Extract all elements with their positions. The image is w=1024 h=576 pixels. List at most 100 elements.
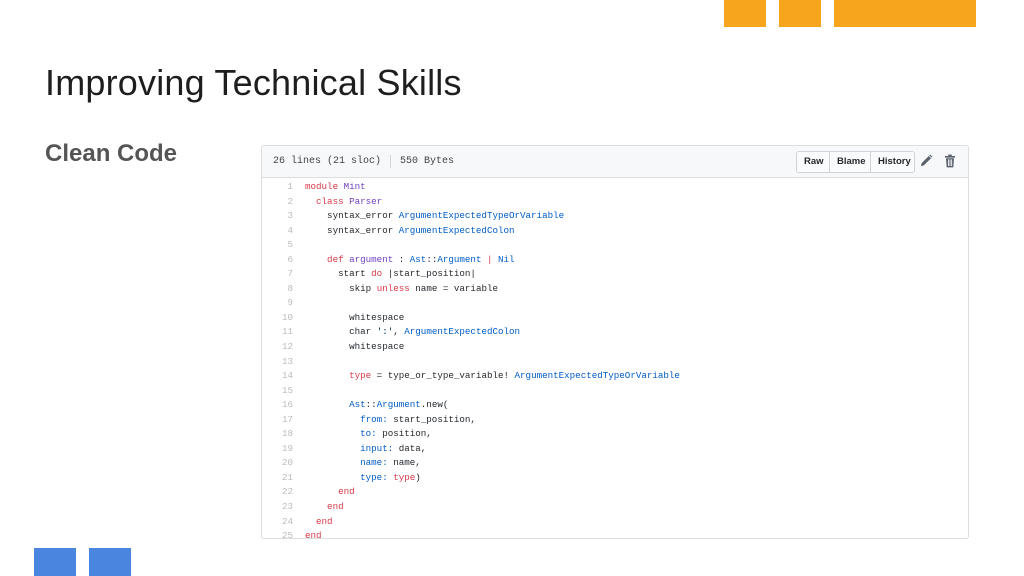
line-number[interactable]: 23 — [262, 500, 305, 515]
code-token: whitespace — [305, 341, 405, 353]
code-token: syntax_error — [305, 224, 399, 236]
code-line: 22 end — [262, 485, 968, 500]
code-line: 2 class Parser — [262, 195, 968, 210]
code-line: 25 end — [262, 529, 968, 539]
code-line: 7 start do |start_position| — [262, 267, 968, 282]
code-token: module — [305, 181, 344, 192]
file-actions-button-group: Raw Blame History — [796, 151, 915, 173]
code-line: 20 name: name, — [262, 456, 968, 471]
code-line: 14 type = type_or_type_variable! Argumen… — [262, 369, 968, 384]
line-number[interactable]: 16 — [262, 398, 305, 413]
line-number[interactable]: 25 — [262, 529, 305, 538]
code-token: .new( — [420, 399, 449, 411]
line-number[interactable]: 24 — [262, 515, 305, 530]
slide-subtitle: Clean Code — [45, 140, 178, 167]
code-line: 16 Ast::Argument.new( — [262, 398, 968, 413]
code-token: data, — [393, 442, 427, 454]
code-token: type — [305, 370, 372, 382]
code-line: 4 syntax_error ArgumentExpectedColon — [262, 224, 968, 239]
line-number[interactable]: 9 — [262, 296, 305, 311]
code-line: 10 whitespace — [262, 311, 968, 326]
code-token: class — [305, 195, 350, 207]
code-token: Ast — [409, 253, 427, 265]
code-body: 1 module Mint 2 class Parser 3 syntax_error… — [262, 178, 968, 539]
raw-button[interactable]: Raw — [797, 152, 830, 172]
line-number[interactable]: 18 — [262, 427, 305, 442]
trash-icon[interactable] — [942, 153, 958, 169]
line-number[interactable]: 12 — [262, 340, 305, 355]
decor-blue-square-2 — [89, 548, 131, 576]
line-number[interactable]: 10 — [262, 311, 305, 326]
code-token: = type_or_type_variable! — [371, 370, 515, 382]
code-line: 18 to: position, — [262, 427, 968, 442]
file-meta: 26 lines (21 sloc) 550 Bytes — [273, 155, 454, 168]
code-line: 12 whitespace — [262, 340, 968, 355]
code-token: name = variable — [409, 282, 498, 294]
code-line: 24 end — [262, 515, 968, 530]
line-number[interactable]: 17 — [262, 413, 305, 428]
file-size: 550 Bytes — [400, 156, 455, 167]
line-number[interactable]: 7 — [262, 267, 305, 282]
code-token: end — [305, 515, 333, 527]
code-token: unless — [376, 282, 410, 294]
code-line: 15 — [262, 384, 968, 399]
line-number[interactable]: 8 — [262, 282, 305, 297]
code-token: from: — [305, 413, 388, 425]
code-token: to: — [305, 428, 377, 440]
line-number[interactable]: 21 — [262, 471, 305, 486]
code-token: : — [393, 253, 410, 265]
code-token: whitespace — [305, 311, 405, 323]
code-token: char — [305, 326, 377, 338]
code-token: syntax_error — [305, 210, 399, 222]
code-token: | — [481, 253, 498, 265]
code-token: Nil — [498, 253, 515, 265]
code-token: ) — [415, 471, 421, 483]
line-number[interactable]: 2 — [262, 195, 305, 210]
code-token: ArgumentExpectedTypeOrVariable — [398, 210, 565, 222]
code-token: Mint — [343, 181, 366, 192]
line-number[interactable]: 4 — [262, 224, 305, 239]
line-number[interactable]: 14 — [262, 369, 305, 384]
code-line: 19 input: data, — [262, 442, 968, 457]
code-token: end — [305, 530, 322, 539]
line-number[interactable]: 15 — [262, 384, 305, 399]
file-lines-info: 26 lines (21 sloc) — [273, 156, 382, 167]
meta-divider — [390, 155, 392, 168]
line-number[interactable]: 20 — [262, 456, 305, 471]
file-header: 26 lines (21 sloc) 550 Bytes Raw Blame H… — [262, 146, 968, 178]
line-number[interactable]: 11 — [262, 325, 305, 340]
line-number[interactable]: 19 — [262, 442, 305, 457]
code-token: name: — [305, 457, 388, 469]
code-line: 11 char ':', ArgumentExpectedColon — [262, 325, 968, 340]
code-token: Ast — [305, 399, 366, 411]
pencil-icon[interactable] — [918, 153, 934, 169]
slide-title: Improving Technical Skills — [45, 62, 462, 103]
code-token: Argument — [376, 399, 421, 411]
line-number[interactable]: 6 — [262, 253, 305, 268]
code-token: ArgumentExpectedColon — [404, 326, 521, 338]
code-token: def — [305, 253, 350, 265]
code-line: 17 from: start_position, — [262, 413, 968, 428]
code-token: |start_position| — [382, 268, 476, 280]
line-number[interactable]: 5 — [262, 238, 305, 253]
code-token: end — [305, 501, 344, 513]
code-token: input: — [305, 442, 394, 454]
code-line: 13 — [262, 355, 968, 370]
code-token: start — [305, 268, 372, 280]
code-file-panel: 26 lines (21 sloc) 550 Bytes Raw Blame H… — [261, 145, 969, 539]
decor-orange-bar — [834, 0, 976, 27]
code-line: 1 module Mint — [262, 180, 968, 195]
blame-button[interactable]: Blame — [830, 152, 871, 172]
code-token: skip — [305, 282, 377, 294]
history-button[interactable]: History — [871, 152, 914, 172]
line-number[interactable]: 13 — [262, 355, 305, 370]
code-token: position, — [376, 428, 432, 440]
code-line: 8 skip unless name = variable — [262, 282, 968, 297]
line-number[interactable]: 1 — [262, 180, 305, 195]
code-token: ArgumentExpectedTypeOrVariable — [514, 370, 680, 382]
code-token: :: — [365, 399, 377, 411]
code-token: ArgumentExpectedColon — [398, 224, 515, 236]
line-number[interactable]: 3 — [262, 209, 305, 224]
decor-orange-square-2 — [779, 0, 821, 27]
line-number[interactable]: 22 — [262, 485, 305, 500]
